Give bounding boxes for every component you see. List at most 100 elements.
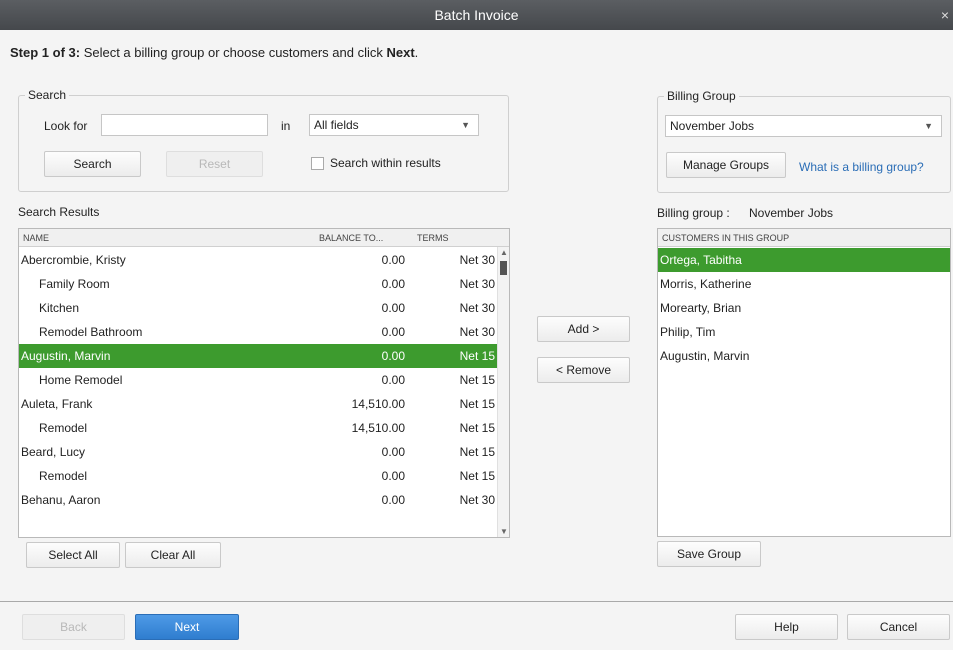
row-terms: Net 30 xyxy=(459,277,495,291)
row-balance: 14,510.00 xyxy=(351,397,405,411)
window-titlebar: Batch Invoice × xyxy=(0,0,953,30)
row-name: Kitchen xyxy=(39,301,80,315)
search-button[interactable]: Search xyxy=(44,151,141,177)
select-all-button[interactable]: Select All xyxy=(26,542,120,568)
step-text: Select a billing group or choose custome… xyxy=(80,45,387,60)
add-button[interactable]: Add > xyxy=(537,316,630,342)
table-row[interactable]: Family Room 0.00 Net 30 xyxy=(19,272,498,296)
row-name: Family Room xyxy=(39,277,110,291)
list-item[interactable]: Ortega, Tabitha xyxy=(658,248,950,272)
customer-name: Morearty, Brian xyxy=(660,301,742,315)
table-row[interactable]: Augustin, Marvin 0.00 Net 15 xyxy=(19,344,498,368)
row-balance: 14,510.00 xyxy=(351,421,405,435)
customer-name: Philip, Tim xyxy=(660,325,716,339)
close-icon[interactable]: × xyxy=(941,0,949,30)
row-terms: Net 15 xyxy=(459,349,495,363)
step-prefix: Step 1 of 3: xyxy=(10,45,81,60)
row-terms: Net 15 xyxy=(459,421,495,435)
row-name: Remodel Bathroom xyxy=(39,325,143,339)
row-balance: 0.00 xyxy=(381,445,405,459)
scroll-down-icon[interactable]: ▼ xyxy=(499,527,509,536)
step-text-end: . xyxy=(414,45,419,60)
row-name: Behanu, Aaron xyxy=(21,493,101,507)
chevron-down-icon: ▼ xyxy=(461,120,470,130)
row-terms: Net 15 xyxy=(459,397,495,411)
row-balance: 0.00 xyxy=(381,325,405,339)
row-balance: 0.00 xyxy=(381,301,405,315)
remove-button[interactable]: < Remove xyxy=(537,357,630,383)
scroll-thumb[interactable] xyxy=(500,261,507,275)
table-row[interactable]: Kitchen 0.00 Net 30 xyxy=(19,296,498,320)
search-field-select[interactable]: All fields ▼ xyxy=(309,114,479,136)
list-item[interactable]: Morris, Katherine xyxy=(658,272,950,296)
help-button[interactable]: Help xyxy=(735,614,838,640)
table-row[interactable]: Auleta, Frank 14,510.00 Net 15 xyxy=(19,392,498,416)
row-terms: Net 30 xyxy=(459,253,495,267)
billing-group-value: November Jobs xyxy=(670,119,755,133)
table-row[interactable]: Remodel 14,510.00 Net 15 xyxy=(19,416,498,440)
next-button[interactable]: Next xyxy=(135,614,239,640)
row-terms: Net 30 xyxy=(459,493,495,507)
row-name: Beard, Lucy xyxy=(21,445,86,459)
search-results-title: Search Results xyxy=(18,205,100,219)
step-instruction: Step 1 of 3: Select a billing group or c… xyxy=(10,45,418,60)
search-field-value: All fields xyxy=(314,118,359,132)
row-name: Auleta, Frank xyxy=(21,397,93,411)
results-scrollbar[interactable]: ▲ ▼ xyxy=(497,247,509,537)
clear-all-button[interactable]: Clear All xyxy=(125,542,221,568)
step-next-word: Next xyxy=(386,45,415,60)
col-header-terms[interactable]: TERMS xyxy=(417,233,449,243)
col-header-balance[interactable]: BALANCE TO... xyxy=(319,233,383,243)
row-name: Remodel xyxy=(39,421,88,435)
customer-name: Ortega, Tabitha xyxy=(660,253,742,267)
table-row[interactable]: Beard, Lucy 0.00 Net 15 xyxy=(19,440,498,464)
customer-name: Morris, Katherine xyxy=(660,277,752,291)
row-name: Augustin, Marvin xyxy=(21,349,111,363)
group-list-header: CUSTOMERS IN THIS GROUP xyxy=(658,229,950,247)
chevron-down-icon: ▼ xyxy=(924,121,933,131)
look-for-label: Look for xyxy=(44,119,88,133)
row-balance: 0.00 xyxy=(381,373,405,387)
row-terms: Net 30 xyxy=(459,301,495,315)
in-label: in xyxy=(281,119,291,133)
billing-group-legend: Billing Group xyxy=(667,89,736,103)
row-terms: Net 15 xyxy=(459,373,495,387)
row-balance: 0.00 xyxy=(381,349,405,363)
list-item[interactable]: Philip, Tim xyxy=(658,320,950,344)
row-balance: 0.00 xyxy=(381,277,405,291)
list-item[interactable]: Augustin, Marvin xyxy=(658,344,950,368)
billing-group-select[interactable]: November Jobs ▼ xyxy=(665,115,942,137)
table-row[interactable]: Remodel Bathroom 0.00 Net 30 xyxy=(19,320,498,344)
list-item[interactable]: Morearty, Brian xyxy=(658,296,950,320)
row-balance: 0.00 xyxy=(381,493,405,507)
reset-button[interactable]: Reset xyxy=(166,151,263,177)
manage-groups-button[interactable]: Manage Groups xyxy=(666,152,786,178)
billing-group-help-link[interactable]: What is a billing group? xyxy=(799,160,924,174)
search-within-checkbox[interactable] xyxy=(311,157,324,170)
row-terms: Net 15 xyxy=(459,445,495,459)
save-group-button[interactable]: Save Group xyxy=(657,541,761,567)
group-list-header-label: CUSTOMERS IN THIS GROUP xyxy=(662,233,790,243)
table-row[interactable]: Behanu, Aaron 0.00 Net 30 xyxy=(19,488,498,512)
row-name: Abercrombie, Kristy xyxy=(21,253,126,267)
billing-group-label: Billing group : xyxy=(657,206,730,220)
back-button[interactable]: Back xyxy=(22,614,125,640)
billing-group-name: November Jobs xyxy=(749,206,834,220)
footer-divider xyxy=(0,601,953,602)
row-name: Remodel xyxy=(39,469,88,483)
table-row[interactable]: Remodel 0.00 Net 15 xyxy=(19,464,498,488)
table-row[interactable]: Abercrombie, Kristy 0.00 Net 30 xyxy=(19,248,498,272)
row-balance: 0.00 xyxy=(381,253,405,267)
cancel-button[interactable]: Cancel xyxy=(847,614,950,640)
look-for-input[interactable] xyxy=(101,114,268,136)
col-header-name[interactable]: NAME xyxy=(23,233,49,243)
search-results-table[interactable]: NAME BALANCE TO... TERMS Abercrombie, Kr… xyxy=(18,228,510,538)
group-customers-list[interactable]: CUSTOMERS IN THIS GROUP Ortega, Tabitha M… xyxy=(657,228,951,537)
scroll-up-icon[interactable]: ▲ xyxy=(499,248,509,257)
window-title: Batch Invoice xyxy=(434,7,519,23)
row-balance: 0.00 xyxy=(381,469,405,483)
search-legend: Search xyxy=(28,88,67,102)
table-row[interactable]: Home Remodel 0.00 Net 15 xyxy=(19,368,498,392)
customer-name: Augustin, Marvin xyxy=(660,349,750,363)
results-header: NAME BALANCE TO... TERMS xyxy=(19,229,509,247)
